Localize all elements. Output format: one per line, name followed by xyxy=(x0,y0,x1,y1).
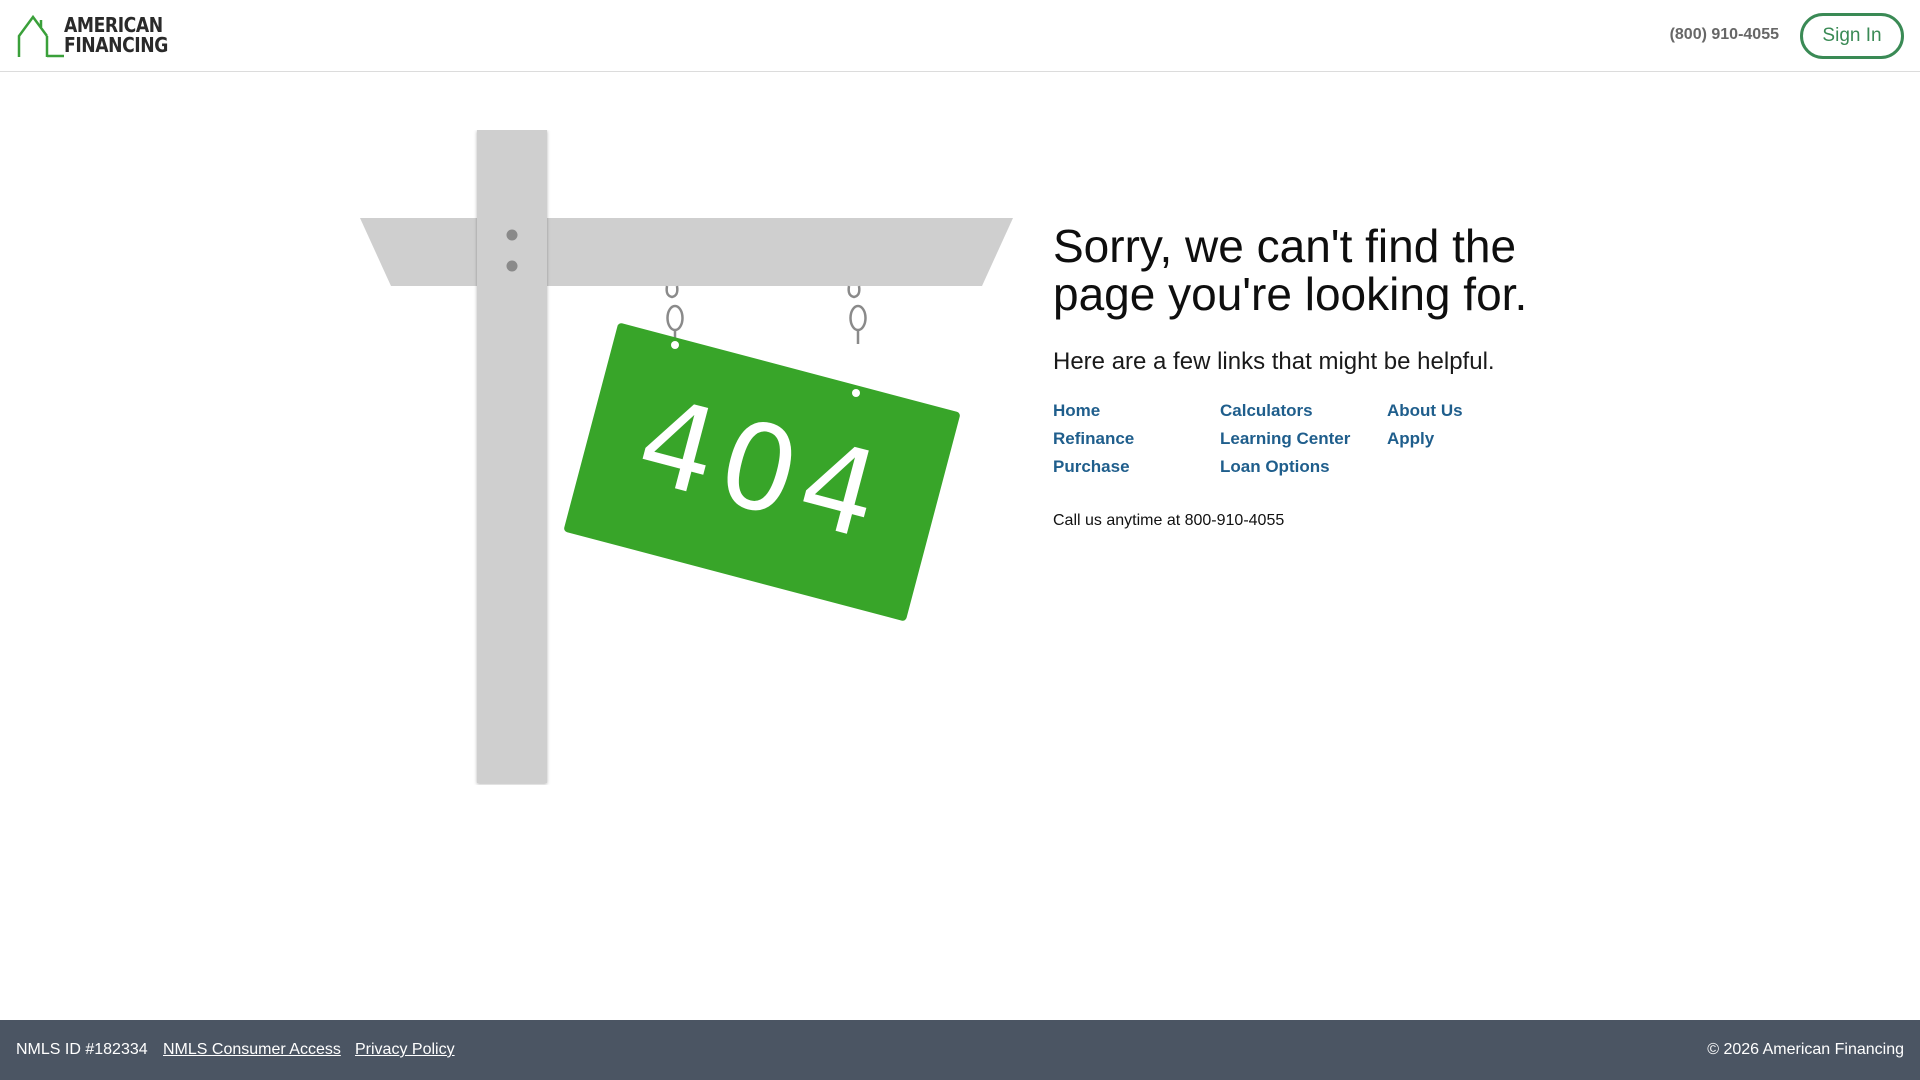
hanging-404-sign: 404 xyxy=(564,323,960,621)
sign-hook-hole-right xyxy=(852,389,860,397)
helpful-links: Home Calculators About Us Refinance Lear… xyxy=(1053,402,1653,476)
sign-post xyxy=(477,130,547,783)
header-phone-link[interactable]: (800) 910-4055 xyxy=(1670,26,1779,44)
link-loan-options[interactable]: Loan Options xyxy=(1220,458,1387,476)
copyright: © 2026 American Financing xyxy=(1707,1041,1904,1058)
nmls-id: NMLS ID #182334 xyxy=(16,1041,148,1058)
sign-in-button[interactable]: Sign In xyxy=(1800,13,1904,59)
link-about-us[interactable]: About Us xyxy=(1387,402,1554,420)
post-bolt-top xyxy=(506,229,518,241)
link-learning-center[interactable]: Learning Center xyxy=(1220,430,1387,448)
call-us-text: Call us anytime at 800-910-4055 xyxy=(1053,512,1285,529)
logo-wordmark: AMERICAN FINANCING xyxy=(64,15,168,55)
sign-hook-hole-left xyxy=(671,341,679,349)
page-title: Sorry, we can't find the page you're loo… xyxy=(1053,220,1528,320)
chain-right xyxy=(847,285,867,344)
post-bolt-bottom xyxy=(506,260,518,272)
link-calculators[interactable]: Calculators xyxy=(1220,402,1387,420)
chain-left xyxy=(665,285,684,342)
not-found-content: Sorry, we can't find the page you're loo… xyxy=(1053,222,1653,530)
logo-line-american: AMERICAN xyxy=(64,13,163,37)
helpful-links-subhead: Here are a few links that might be helpf… xyxy=(1053,348,1495,375)
site-header: AMERICAN FINANCING (800) 910-4055 Sign I… xyxy=(0,0,1920,72)
404-sign-illustration: 404 xyxy=(360,130,1013,785)
link-refinance[interactable]: Refinance xyxy=(1053,430,1220,448)
american-financing-logo[interactable]: AMERICAN FINANCING xyxy=(16,14,172,58)
privacy-policy-link[interactable]: Privacy Policy xyxy=(355,1041,455,1059)
house-logo-icon xyxy=(17,14,64,58)
logo-line-financing: FINANCING xyxy=(64,33,168,57)
site-footer: NMLS ID #182334 NMLS Consumer Access Pri… xyxy=(0,1020,1920,1080)
sign-crossbeam xyxy=(360,218,1013,286)
link-apply[interactable]: Apply xyxy=(1387,430,1554,448)
link-purchase[interactable]: Purchase xyxy=(1053,458,1220,476)
nmls-consumer-access-link[interactable]: NMLS Consumer Access xyxy=(163,1041,341,1059)
link-home[interactable]: Home xyxy=(1053,402,1220,420)
